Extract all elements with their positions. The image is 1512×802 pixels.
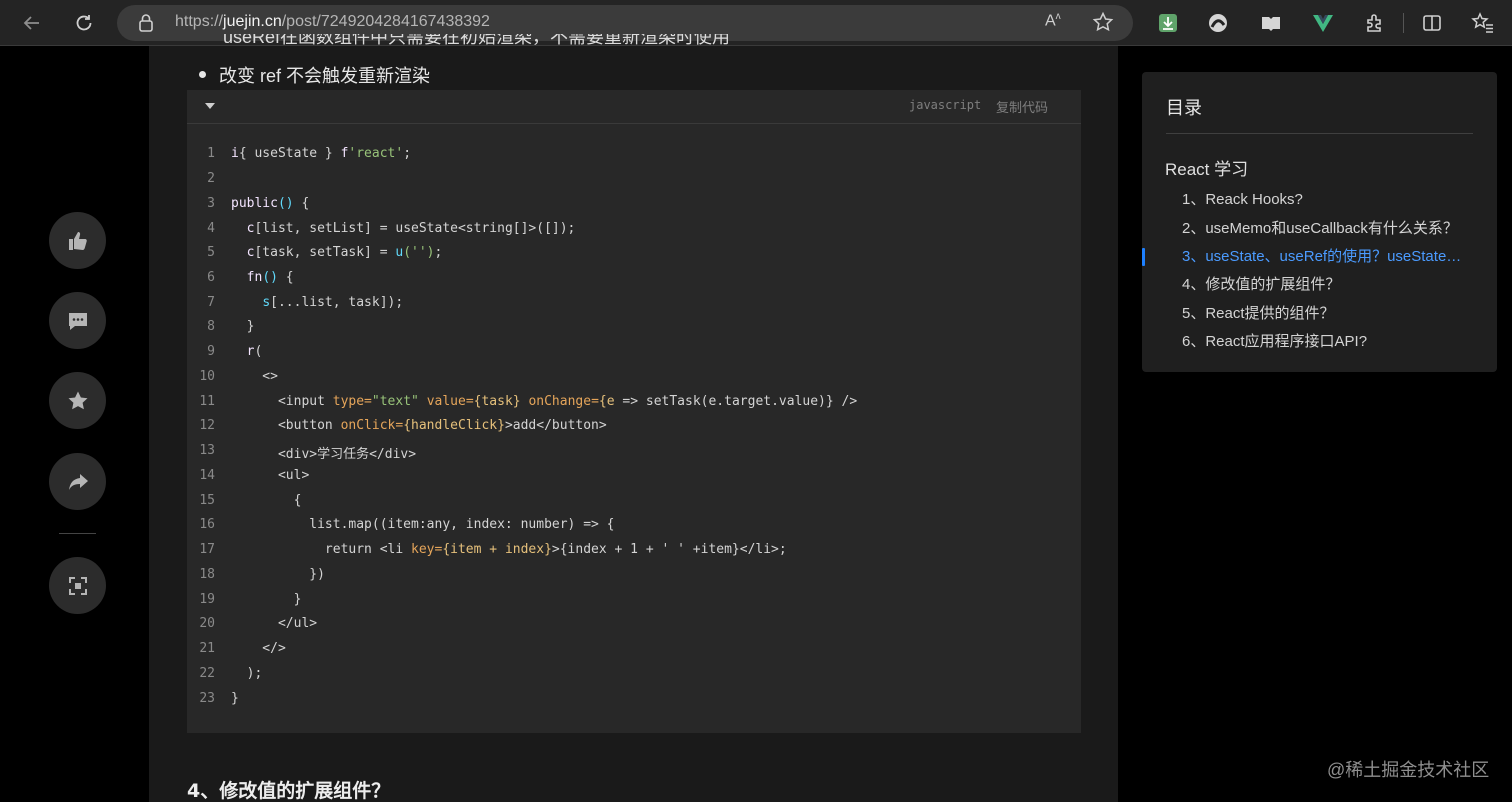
favorites-list-icon[interactable] (1469, 9, 1497, 37)
table-of-contents: 目录 React 学习 1、Reack Hooks? 2、useMemo和use… (1142, 72, 1497, 372)
list-item: 改变 ref 不会触发重新渲染 (198, 62, 430, 88)
toolbar-divider (1403, 13, 1404, 33)
like-icon (68, 231, 87, 250)
toc-item[interactable]: 5、React提供的组件？ (1182, 302, 1472, 323)
collapse-triangle-icon[interactable] (205, 103, 215, 109)
lock-icon[interactable] (137, 13, 155, 37)
collect-button[interactable] (49, 372, 106, 429)
like-button[interactable] (49, 212, 106, 269)
refresh-button[interactable] (68, 7, 100, 39)
watermark: @稀土掘金技术社区 (1327, 760, 1490, 780)
toc-active-marker (1142, 248, 1145, 266)
code-block: javascript 复制代码 1 i{ useState } f'react';… (187, 90, 1081, 733)
comment-button[interactable] (49, 292, 106, 349)
fullscreen-button[interactable] (49, 557, 106, 614)
extensions-puzzle-icon[interactable] (1361, 9, 1389, 37)
share-button[interactable] (49, 453, 106, 510)
vue-extension-icon[interactable] (1309, 9, 1337, 37)
comment-icon (68, 312, 87, 330)
toc-item-active[interactable]: 3、useState、useRef的使用？useState和useRef的区别？ (1182, 245, 1472, 266)
toc-section[interactable]: React 学习 (1165, 155, 1248, 180)
back-button[interactable] (16, 7, 48, 39)
reading-icon[interactable] (1257, 9, 1285, 37)
toc-item[interactable]: 4、修改值的扩展组件？ (1182, 273, 1472, 294)
refresh-icon (76, 15, 92, 31)
toc-item[interactable]: 2、useMemo和useCallback有什么关系？ (1182, 217, 1472, 238)
section-heading: 4、修改值的扩展组件？ (187, 780, 391, 802)
split-screen-icon[interactable] (1418, 9, 1446, 37)
code-header: javascript 复制代码 (187, 90, 1081, 124)
favorite-star-icon[interactable] (1092, 11, 1114, 37)
toc-divider (1166, 133, 1473, 134)
toc-title: 目录 (1166, 98, 1202, 119)
toc-item[interactable]: 6、React应用程序接口API? (1182, 330, 1472, 351)
read-aloud-icon[interactable]: Aʌ (1045, 11, 1061, 30)
download-extension-icon[interactable] (1154, 9, 1182, 37)
toc-item[interactable]: 1、Reack Hooks? (1182, 188, 1472, 209)
fullscreen-icon (68, 576, 87, 595)
fab-divider (59, 533, 96, 534)
url-text: https://juejin.cn/post/72492042841674383… (175, 13, 490, 30)
copy-code-button[interactable]: 复制代码 (996, 97, 1048, 116)
back-icon (23, 16, 39, 30)
code-language: javascript (909, 98, 982, 112)
collect-icon (68, 391, 87, 409)
share-icon (68, 473, 88, 490)
extension-icon[interactable] (1204, 9, 1232, 37)
